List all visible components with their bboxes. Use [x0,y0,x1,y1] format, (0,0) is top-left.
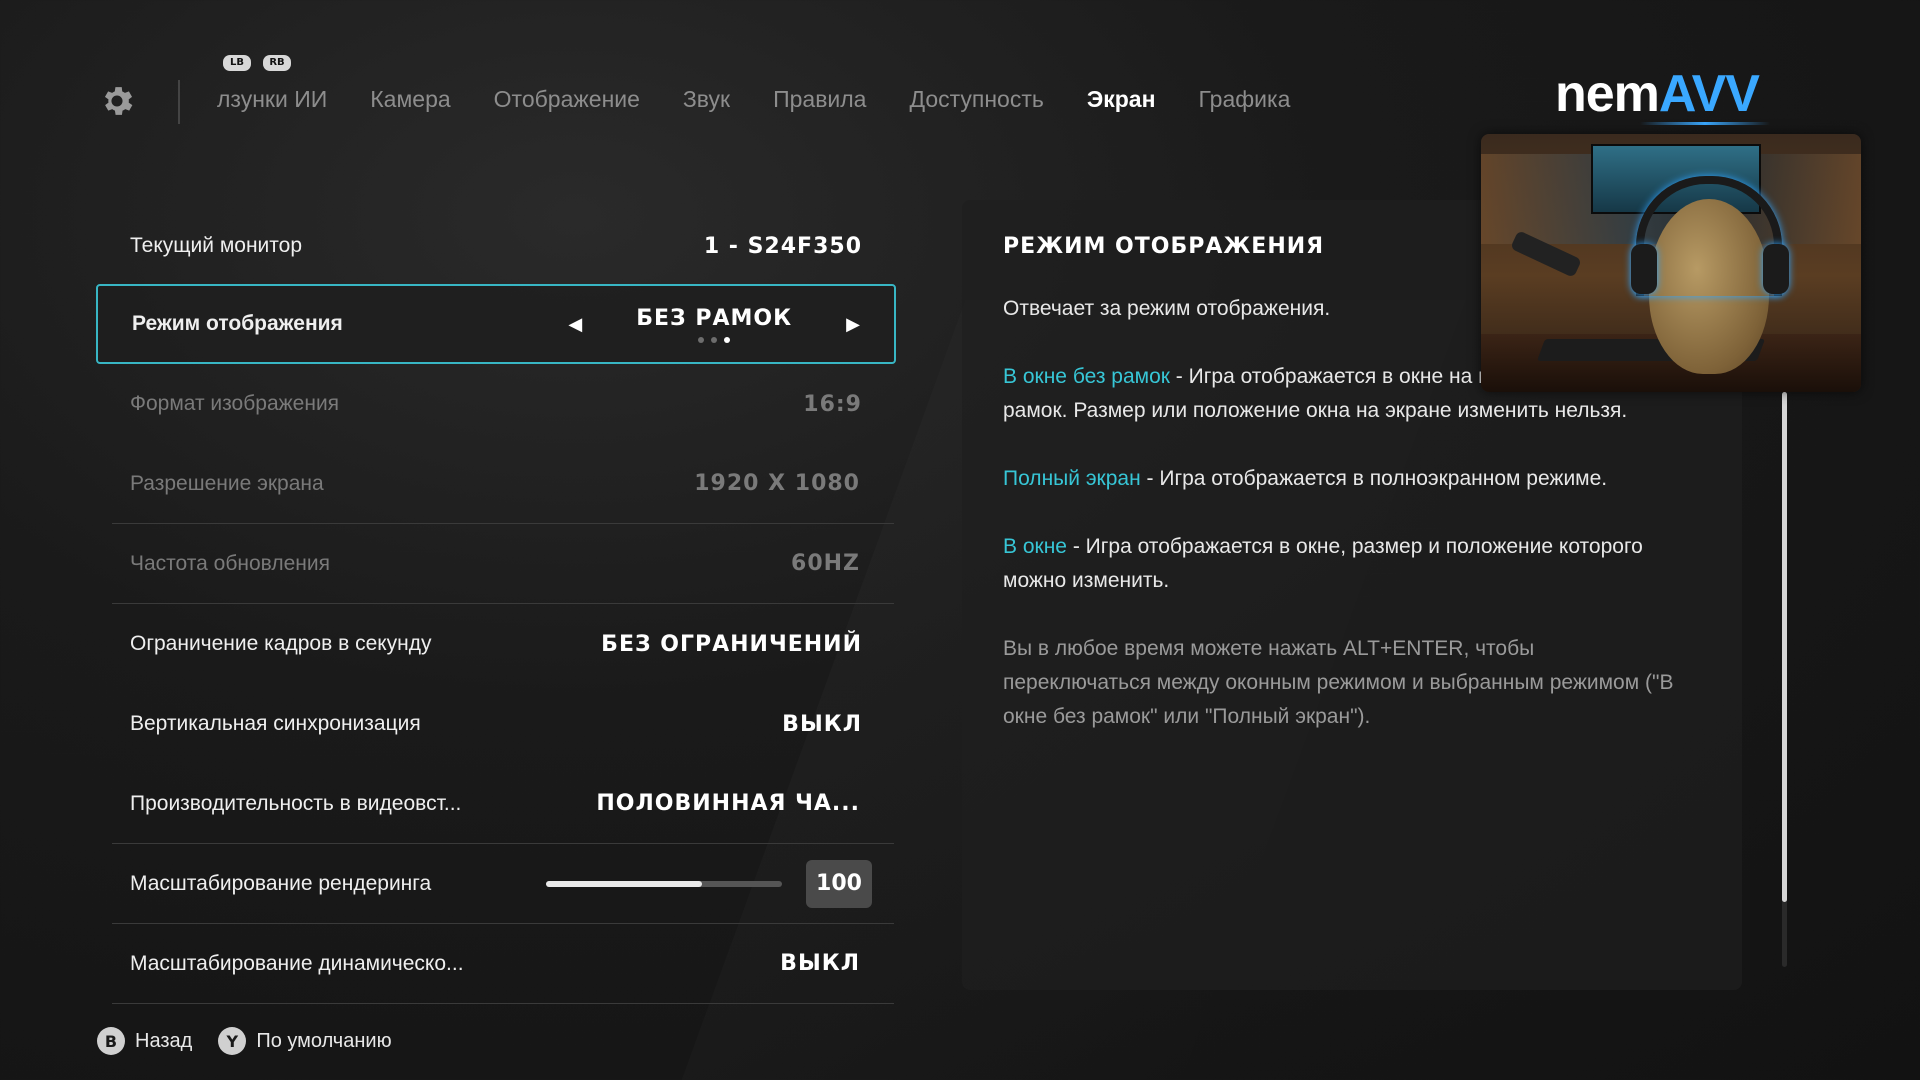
slider-value-box: 100 [806,859,872,908]
gear-icon[interactable] [98,82,136,120]
tab-screen[interactable]: Экран [1087,86,1156,113]
nav-divider [178,80,180,124]
setting-value: ПОЛОВИННАЯ ЧА... [596,791,860,816]
description-term: В окне [1003,535,1067,558]
setting-current-monitor[interactable]: Текущий монитор 1 - S24F350 [96,206,896,286]
setting-dynamic-scale[interactable]: Масштабирование динамическо... ВЫКЛ [112,924,894,1004]
description-item: Полный экран - Игра отображается в полно… [1003,462,1683,496]
description-term: Полный экран [1003,467,1141,490]
setting-label: Формат изображения [130,392,340,415]
option-dot [711,336,718,343]
tab-bar: лзунки ИИ Камера Отображение Звук Правил… [217,86,1333,113]
tab-camera[interactable]: Камера [370,86,450,113]
lb-bumper-icon[interactable]: LB [223,55,251,71]
setting-video-performance[interactable]: Производительность в видеовст... ПОЛОВИН… [112,764,894,844]
description-text: - Игра отображается в полноэкранном режи… [1140,467,1608,490]
description-text: - Игра отображается в окне, размер и пол… [1003,535,1643,592]
description-item: В окне - Игра отображается в окне, разме… [1003,530,1683,598]
description-title: РЕЖИМ ОТОБРАЖЕНИЯ [1003,234,1325,259]
setting-vsync[interactable]: Вертикальная синхронизация ВЫКЛ [96,684,896,764]
back-label: Назад [135,1029,193,1052]
setting-value: 16:9 [803,391,862,417]
tab-graphics[interactable]: Графика [1198,86,1290,113]
setting-aspect-ratio: Формат изображения 16:9 [96,364,896,444]
rb-bumper-icon[interactable]: RB [263,55,291,71]
setting-value: 1920 X 1080 [694,471,860,496]
setting-refresh-rate: Частота обновления 60HZ [112,524,894,604]
render-scale-slider-group: 100 [546,859,872,908]
setting-value: 60HZ [791,551,860,576]
option-dot-active [724,336,731,343]
setting-label: Масштабирование рендеринга [130,871,432,895]
reset-default-label: По умолчанию [256,1029,392,1052]
option-dot [698,336,705,343]
setting-label: Текущий монитор [130,234,303,257]
setting-value: БЕЗ РАМОК [636,305,793,331]
logo-accent-text: AVV [1658,65,1760,123]
option-selector: ◀ БЕЗ РАМОК ▶ [568,306,860,343]
webcam-overlay [1481,134,1861,392]
slider-fill [546,880,702,887]
setting-value: ВЫКЛ [782,711,862,737]
setting-label: Разрешение экрана [130,471,324,495]
streamer-logo: nemAVV [1555,64,1760,124]
logo-main-text: nem [1555,65,1660,123]
tab-sound[interactable]: Звук [683,86,730,113]
setting-label: Частота обновления [130,551,330,575]
logo-underline [1640,122,1770,125]
setting-label: Масштабирование динамическо... [130,951,464,975]
description-note: Вы в любое время можете нажать ALT+ENTER… [1003,637,1674,728]
setting-fps-limit[interactable]: Ограничение кадров в секунду БЕЗ ОГРАНИЧ… [96,604,896,684]
setting-label: Ограничение кадров в секунду [130,632,432,655]
setting-render-scale[interactable]: Масштабирование рендеринга 100 [112,844,894,924]
arrow-right-icon[interactable]: ▶ [846,314,860,335]
setting-value: 1 - S24F350 [703,233,862,259]
setting-label: Производительность в видеовст... [130,791,462,815]
setting-value: ВЫКЛ [780,951,860,976]
setting-resolution: Разрешение экрана 1920 X 1080 [112,444,894,524]
setting-value: БЕЗ ОГРАНИЧЕНИЙ [601,631,862,657]
scroll-thumb[interactable] [1782,392,1787,902]
footer-hints: B Назад Y По умолчанию [97,1027,392,1055]
settings-list: Текущий монитор 1 - S24F350 Режим отобра… [96,206,896,1004]
selector-center: БЕЗ РАМОК [626,306,802,343]
setting-display-mode[interactable]: Режим отображения ◀ БЕЗ РАМОК ▶ [96,284,896,364]
reset-default-button[interactable]: Y По умолчанию [218,1027,392,1055]
tab-rules[interactable]: Правила [773,86,866,113]
description-term: В окне без рамок [1003,365,1170,388]
description-scrollbar[interactable] [1782,392,1787,967]
tab-display[interactable]: Отображение [494,86,640,113]
webcam-ear-right [1763,244,1789,294]
y-button-icon: Y [218,1027,247,1055]
setting-label: Вертикальная синхронизация [130,712,421,735]
option-dots [698,336,731,343]
back-button[interactable]: B Назад [97,1027,192,1055]
arrow-left-icon[interactable]: ◀ [568,314,582,335]
b-button-icon: B [97,1027,125,1055]
webcam-ear-left [1631,244,1657,294]
render-scale-slider[interactable] [546,880,782,887]
top-nav: LB RB лзунки ИИ Камера Отображение Звук … [0,0,1920,140]
tab-accessibility[interactable]: Доступность [909,86,1043,113]
setting-label: Режим отображения [132,312,343,335]
tab-ai-sliders[interactable]: лзунки ИИ [217,86,327,113]
